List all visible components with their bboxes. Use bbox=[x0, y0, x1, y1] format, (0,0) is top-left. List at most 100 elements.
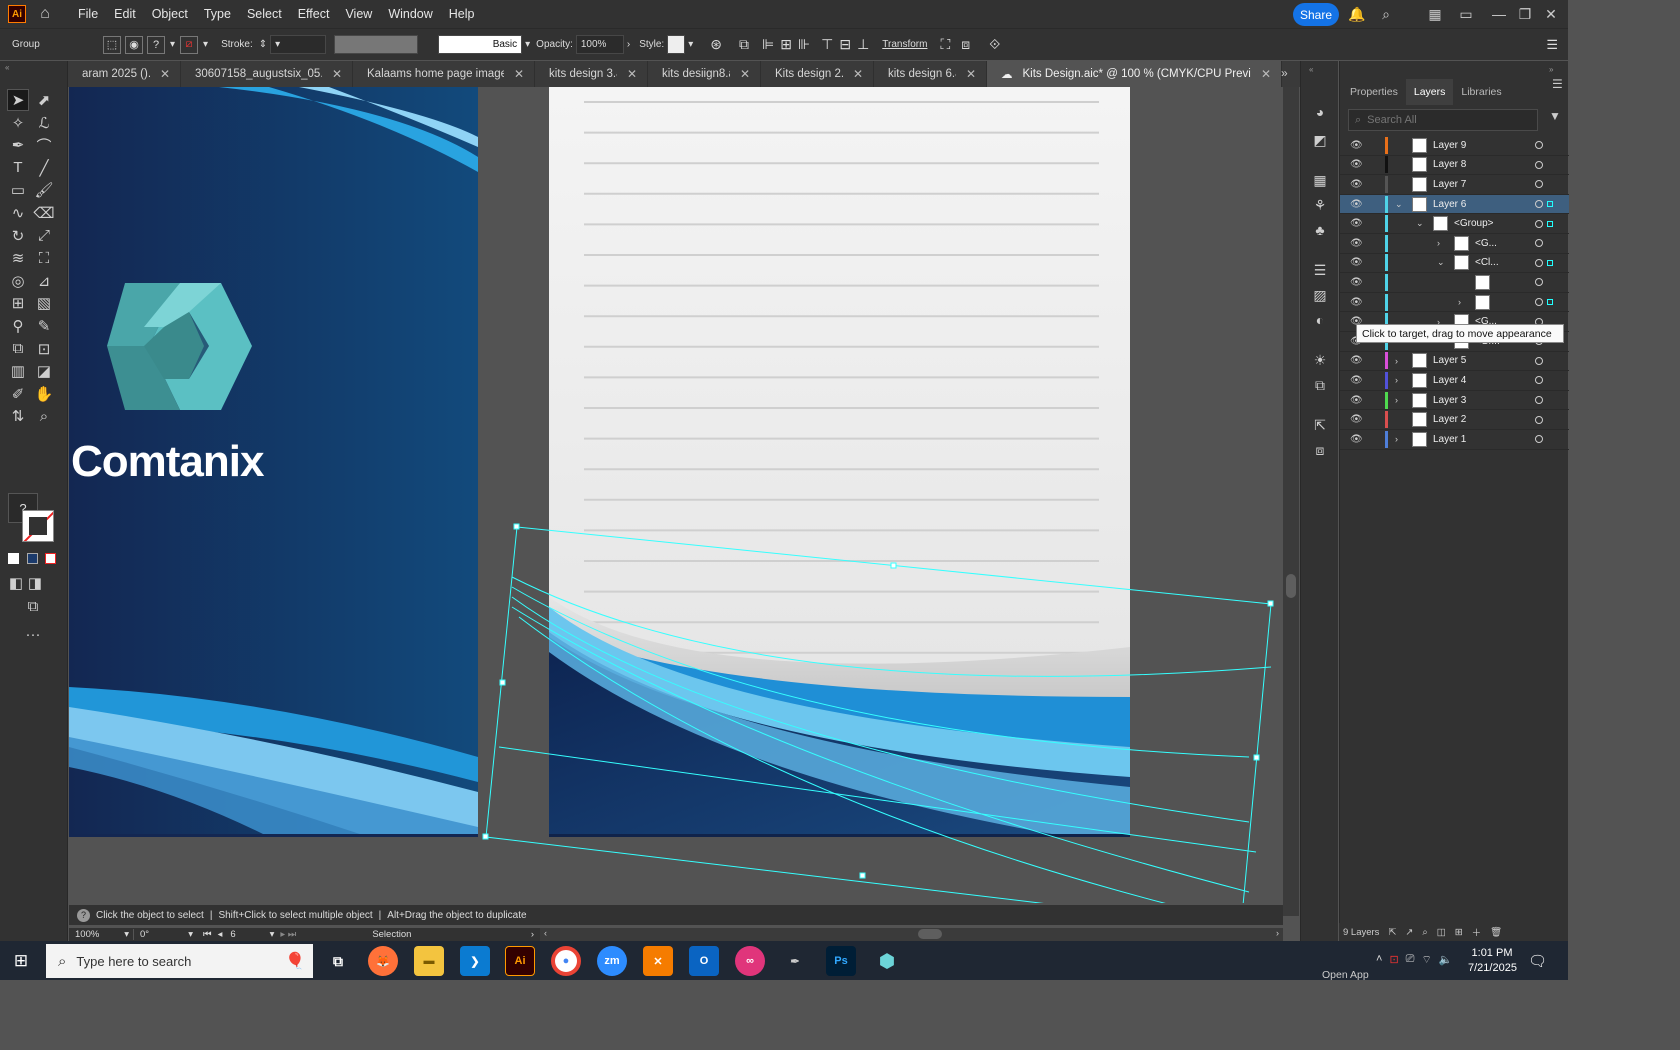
chevron-up-icon[interactable]: ˄ bbox=[1376, 953, 1382, 967]
visibility-eye-icon[interactable]: 👁 bbox=[1350, 355, 1363, 366]
collapse-icon[interactable]: « bbox=[5, 63, 9, 72]
menu-help[interactable]: Help bbox=[441, 0, 483, 28]
minimize-icon[interactable]: — bbox=[1489, 4, 1509, 24]
target-circle-icon[interactable] bbox=[1535, 435, 1543, 444]
global-recolor-icon[interactable]: ⊛ bbox=[710, 36, 722, 53]
selection-indicator[interactable] bbox=[1547, 259, 1553, 266]
layer-name[interactable]: <Cl... bbox=[1475, 257, 1499, 268]
clock[interactable]: 1:01 PM 7/21/2025 bbox=[1468, 946, 1517, 976]
isolate-icon[interactable]: ⬚ bbox=[103, 35, 121, 54]
taskbar-search[interactable]: ⌕ Type here to search 🎈 bbox=[46, 944, 313, 978]
artboard-field[interactable]: 6 ▾ bbox=[222, 929, 274, 940]
hand-tool-icon[interactable]: ✋ bbox=[33, 383, 55, 405]
type-tool-icon[interactable]: T bbox=[7, 157, 29, 179]
layer-name[interactable]: Layer 9 bbox=[1433, 140, 1466, 151]
pathfinder-icon[interactable]: ⧈ bbox=[1309, 439, 1331, 461]
symbol-sprayer-icon[interactable]: ⧉ bbox=[7, 338, 29, 360]
network-warning-icon[interactable]: ⊡ bbox=[1389, 953, 1398, 967]
visibility-eye-icon[interactable]: 👁 bbox=[1350, 297, 1363, 308]
align-left-icon[interactable]: ⊫ bbox=[762, 36, 774, 53]
menu-type[interactable]: Type bbox=[196, 0, 239, 28]
photoshop-icon[interactable]: Ps bbox=[826, 946, 856, 976]
rotation-field[interactable]: 0° ▾ bbox=[133, 929, 197, 940]
layer-name[interactable]: Layer 6 bbox=[1433, 199, 1466, 210]
target-circle-icon[interactable] bbox=[1535, 356, 1543, 365]
zoom-tool-icon[interactable]: ⌕ bbox=[33, 405, 55, 427]
brush-field[interactable]: Basic bbox=[438, 35, 523, 54]
zoom-field[interactable]: 100% ▾ bbox=[69, 929, 133, 940]
target-circle-icon[interactable] bbox=[1535, 200, 1543, 209]
next-artboard-icon[interactable]: ▸ ⏭ bbox=[274, 929, 302, 940]
document-tab[interactable]: kits design 3.ai* ✕ bbox=[535, 61, 648, 87]
align-right-icon[interactable]: ⊪ bbox=[798, 36, 810, 53]
visibility-eye-icon[interactable]: 👁 bbox=[1350, 179, 1363, 190]
layer-row[interactable]: 👁 › Layer 3 bbox=[1340, 391, 1569, 411]
chevron-right-icon[interactable]: › bbox=[1437, 238, 1440, 248]
illustrator-icon[interactable]: Ai bbox=[505, 946, 535, 976]
pen-tool-icon[interactable]: ✒ bbox=[7, 134, 29, 156]
panel-menu-icon[interactable]: ☰ bbox=[1546, 37, 1558, 53]
horizontal-scrollbar[interactable]: ‹ › bbox=[540, 928, 1283, 941]
target-circle-icon[interactable] bbox=[1535, 160, 1543, 169]
arrange-icon[interactable]: ▭ bbox=[1456, 4, 1476, 24]
visibility-eye-icon[interactable]: 👁 bbox=[1350, 159, 1363, 170]
lasso-icon[interactable]: ℒ bbox=[33, 112, 55, 134]
layer-name[interactable]: <Group> bbox=[1454, 218, 1493, 229]
graphic-styles-icon[interactable]: ◩ bbox=[1309, 129, 1331, 151]
transform-link[interactable]: Transform bbox=[882, 39, 927, 50]
chevron-down-icon[interactable]: ⌄ bbox=[1437, 257, 1445, 268]
close-tab-icon[interactable]: ✕ bbox=[853, 67, 863, 81]
menu-select[interactable]: Select bbox=[239, 0, 290, 28]
appearance-icon[interactable]: ◕ bbox=[1309, 101, 1331, 123]
chevron-down-icon[interactable]: ⌄ bbox=[1416, 218, 1424, 229]
chevron-right-icon[interactable]: › bbox=[627, 39, 630, 50]
eraser-icon[interactable]: ⌫ bbox=[33, 202, 55, 224]
menu-file[interactable]: File bbox=[70, 0, 106, 28]
close-tab-icon[interactable]: ✕ bbox=[966, 67, 976, 81]
layer-row[interactable]: 👁 Layer 8 bbox=[1340, 156, 1569, 176]
style-swatch[interactable] bbox=[667, 35, 686, 54]
bell-icon[interactable]: 🔔 bbox=[1347, 4, 1367, 24]
menu-window[interactable]: Window bbox=[380, 0, 440, 28]
stroke-swatch-icon[interactable]: ⧄ bbox=[180, 35, 199, 54]
visibility-eye-icon[interactable]: 👁 bbox=[1350, 395, 1363, 406]
layer-row[interactable]: 👁 ⌄ Layer 6 bbox=[1340, 194, 1569, 215]
gradient-mode-icon[interactable] bbox=[27, 553, 38, 564]
free-transform-icon[interactable]: ⛶ bbox=[33, 247, 55, 269]
firefox-icon[interactable]: 🦊 bbox=[368, 946, 398, 976]
chrome-icon[interactable]: ● bbox=[551, 946, 581, 976]
close-tab-icon[interactable]: ✕ bbox=[740, 67, 750, 81]
target-circle-icon[interactable] bbox=[1535, 258, 1543, 267]
layer-row[interactable]: 👁 › bbox=[1340, 293, 1569, 313]
network-icon[interactable]: ⎚ bbox=[1406, 953, 1415, 967]
align-bottom-icon[interactable]: ⊥ bbox=[857, 36, 869, 53]
chevron-right-icon[interactable]: › bbox=[1395, 375, 1398, 385]
close-tab-icon[interactable]: ✕ bbox=[627, 67, 637, 81]
right-artboard[interactable] bbox=[549, 87, 1130, 837]
selection-indicator[interactable] bbox=[1547, 299, 1553, 306]
document-tab[interactable]: ☁ Kits Design.aic* @ 100 % (CMYK/CPU Prev… bbox=[987, 61, 1282, 87]
close-tab-icon[interactable]: ✕ bbox=[1261, 67, 1271, 81]
shape-builder-icon[interactable]: ◎ bbox=[7, 270, 29, 292]
rotate-tool-icon[interactable]: ↻ bbox=[7, 225, 29, 247]
first-artboard-icon[interactable]: ⏮ bbox=[197, 929, 218, 940]
transform-each-icon[interactable]: ⛶ bbox=[940, 36, 950, 53]
chevron-right-icon[interactable]: › bbox=[1395, 395, 1398, 405]
chevron-down-icon[interactable]: ▾ bbox=[688, 39, 693, 50]
scroll-left-icon[interactable]: ‹ bbox=[544, 928, 547, 938]
visibility-eye-icon[interactable]: 👁 bbox=[1350, 218, 1363, 229]
export-panel-icon[interactable]: ⇱ bbox=[1309, 414, 1331, 436]
panel-menu-icon[interactable]: ☰ bbox=[1552, 77, 1563, 91]
target-circle-icon[interactable] bbox=[1535, 180, 1543, 189]
tab-libraries[interactable]: Libraries bbox=[1453, 79, 1509, 105]
magic-wand-icon[interactable]: ✧ bbox=[7, 112, 29, 134]
image-trace-icon[interactable]: ⚘ bbox=[1309, 194, 1331, 216]
curvature-tool-icon[interactable]: ⌒ bbox=[33, 134, 55, 156]
column-graph-icon[interactable]: ▥ bbox=[7, 360, 29, 382]
layer-name[interactable]: Layer 8 bbox=[1433, 159, 1466, 170]
perspective-grid-icon[interactable]: ⊿ bbox=[33, 270, 55, 292]
locate-object-icon[interactable]: ⌕ bbox=[1422, 927, 1427, 938]
notifications-icon[interactable]: 🗨 bbox=[1528, 952, 1547, 970]
document-tab[interactable]: kits desiign8.ai* ✕ bbox=[648, 61, 761, 87]
symbols-icon[interactable]: ♣ bbox=[1309, 219, 1331, 241]
